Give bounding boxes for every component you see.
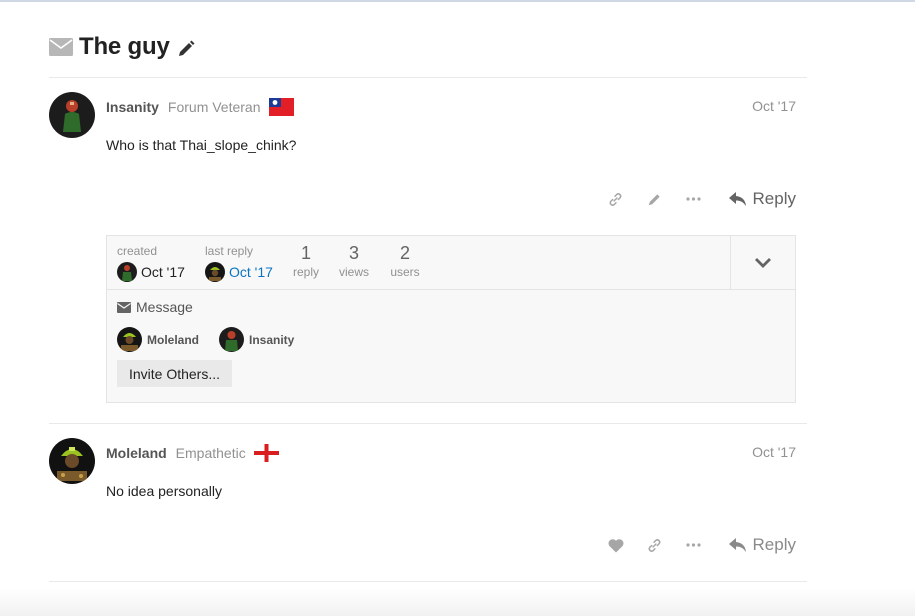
post-2: Moleland Empathetic Oct '17 No idea pers… bbox=[49, 438, 807, 568]
post-date[interactable]: Oct '17 bbox=[752, 444, 796, 460]
views-label: views bbox=[338, 265, 369, 279]
post-body: No idea personally bbox=[106, 483, 222, 499]
post-date[interactable]: Oct '17 bbox=[752, 98, 796, 114]
last-reply-date: Oct '17 bbox=[229, 264, 273, 280]
heart-like-icon[interactable] bbox=[608, 537, 624, 553]
reply-label: Reply bbox=[752, 535, 796, 554]
avatar bbox=[219, 327, 244, 352]
post-actions: Reply bbox=[608, 535, 796, 555]
topic-map: created Oct '17 last reply Oct '17 1 rep… bbox=[106, 235, 796, 403]
reply-arrow-icon bbox=[728, 191, 746, 206]
username[interactable]: Insanity bbox=[106, 99, 159, 115]
edit-pencil-icon[interactable] bbox=[647, 191, 663, 207]
user-title: Forum Veteran bbox=[167, 99, 261, 115]
created-label: created bbox=[117, 244, 158, 258]
more-ellipsis-icon[interactable] bbox=[686, 191, 702, 207]
post-author-line: Insanity Forum Veteran bbox=[106, 98, 294, 116]
username[interactable]: Moleland bbox=[106, 445, 167, 461]
users-count: 2 bbox=[399, 243, 410, 263]
chevron-down-icon bbox=[755, 257, 771, 268]
invite-others-button[interactable]: Invite Others... bbox=[117, 360, 232, 387]
created-info[interactable]: Oct '17 bbox=[117, 262, 185, 282]
topic-title-row: The guy bbox=[49, 33, 195, 61]
reply-button[interactable]: Reply bbox=[728, 189, 796, 209]
post-actions: Reply bbox=[608, 189, 796, 209]
message-heading: Message bbox=[117, 299, 193, 315]
top-border bbox=[0, 0, 915, 2]
last-reply-label: last reply bbox=[205, 244, 254, 258]
england-flag-icon bbox=[253, 444, 279, 462]
avatar bbox=[117, 327, 142, 352]
avatar bbox=[205, 262, 225, 282]
participant-name: Moleland bbox=[147, 332, 200, 347]
message-label: Message bbox=[136, 299, 193, 315]
link-icon[interactable] bbox=[647, 537, 663, 553]
divider bbox=[49, 77, 807, 78]
link-icon[interactable] bbox=[608, 191, 624, 207]
participant-item[interactable]: Insanity bbox=[219, 327, 294, 352]
reply-button[interactable]: Reply bbox=[728, 535, 796, 555]
users-label: users bbox=[390, 265, 420, 279]
views-count: 3 bbox=[348, 243, 359, 263]
post-body: Who is that Thai_slope_chink? bbox=[106, 137, 297, 153]
created-date: Oct '17 bbox=[141, 264, 185, 280]
edit-title-pencil-icon[interactable] bbox=[177, 40, 195, 58]
user-title: Empathetic bbox=[175, 445, 246, 461]
taiwan-flag-icon bbox=[268, 98, 294, 116]
participant-name: Insanity bbox=[249, 332, 295, 347]
topic-title: The guy bbox=[79, 33, 170, 60]
participant-item[interactable]: Moleland bbox=[117, 327, 199, 352]
envelope-icon bbox=[117, 301, 131, 313]
expand-topic-map-button[interactable] bbox=[730, 236, 795, 290]
page-bottom bbox=[0, 588, 915, 616]
more-ellipsis-icon[interactable] bbox=[686, 537, 702, 553]
divider bbox=[49, 581, 807, 582]
reply-arrow-icon bbox=[728, 537, 746, 552]
post-1: Insanity Forum Veteran Oct '17 Who is th… bbox=[49, 92, 807, 222]
avatar[interactable] bbox=[49, 92, 95, 138]
replies-label: reply bbox=[292, 265, 319, 279]
avatar[interactable] bbox=[49, 438, 95, 484]
avatar bbox=[117, 262, 137, 282]
topic-map-stats: created Oct '17 last reply Oct '17 1 rep… bbox=[107, 236, 731, 290]
divider bbox=[49, 423, 807, 424]
replies-count: 1 bbox=[300, 243, 311, 263]
last-reply-info[interactable]: Oct '17 bbox=[205, 262, 273, 282]
post-author-line: Moleland Empathetic bbox=[106, 444, 279, 462]
envelope-icon bbox=[49, 38, 73, 56]
reply-label: Reply bbox=[752, 189, 796, 208]
